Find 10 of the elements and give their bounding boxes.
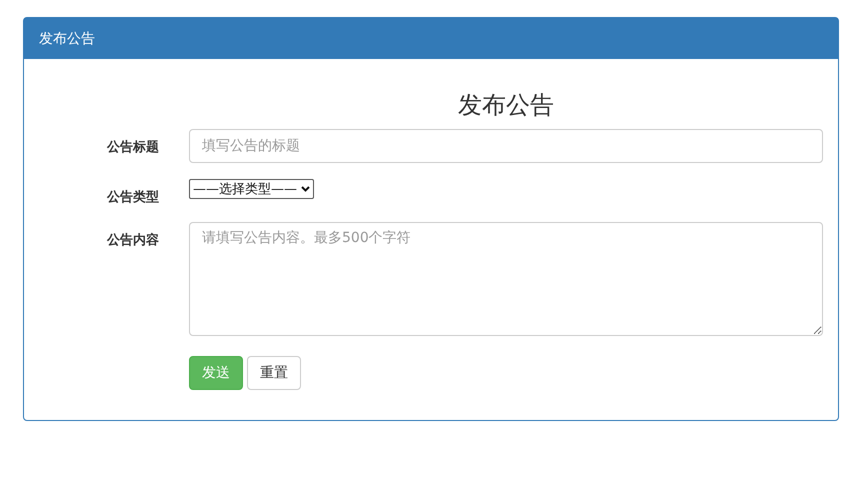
panel-header: 发布公告 — [24, 18, 838, 59]
field-label: 公告类型 — [107, 188, 159, 206]
field-label: 公告标题 — [107, 138, 159, 156]
chevron-icon — [301, 186, 310, 192]
type-select[interactable]: ——选择类型—— — [189, 179, 314, 199]
content-textarea[interactable]: 请填写公告内容。最多500个字符 — [189, 222, 823, 336]
title-input[interactable]: 填写公告的标题 — [189, 129, 823, 163]
form-heading: 发布公告 — [457, 90, 555, 121]
field-label: 公告内容 — [107, 232, 159, 249]
reset-button[interactable]: 重置 — [247, 356, 301, 390]
